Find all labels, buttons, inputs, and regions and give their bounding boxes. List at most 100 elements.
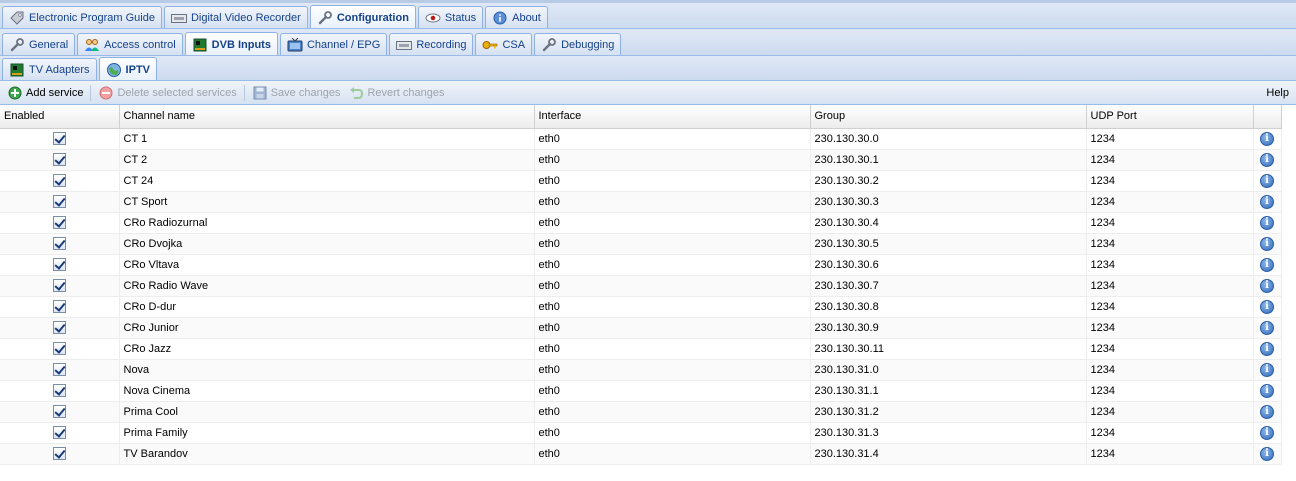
info-icon[interactable]: i xyxy=(1260,446,1274,461)
interface-cell[interactable]: eth0 xyxy=(534,212,811,234)
group-cell[interactable]: 230.130.31.4 xyxy=(810,443,1087,465)
udp-port-cell[interactable]: 1234 xyxy=(1086,317,1254,339)
udp-port-cell[interactable]: 1234 xyxy=(1086,212,1254,234)
udp-port-cell[interactable]: 1234 xyxy=(1086,296,1254,318)
tab-access-control[interactable]: Access control xyxy=(77,33,183,55)
enabled-checkbox[interactable] xyxy=(52,447,66,460)
table-row[interactable]: CT 1 eth0 230.130.30.0 1234 i xyxy=(0,128,1282,150)
table-row[interactable]: CRo Jazz eth0 230.130.30.11 1234 i xyxy=(0,338,1282,360)
info-icon[interactable]: i xyxy=(1260,152,1274,167)
revert-changes-button[interactable]: Revert changes xyxy=(344,83,448,103)
info-icon[interactable]: i xyxy=(1260,320,1274,335)
table-row[interactable]: CRo Vltava eth0 230.130.30.6 1234 i xyxy=(0,254,1282,276)
udp-port-cell[interactable]: 1234 xyxy=(1086,275,1254,297)
tab-debugging[interactable]: Debugging xyxy=(534,33,622,55)
channel-name-cell[interactable]: CT Sport xyxy=(119,191,535,213)
udp-port-cell[interactable]: 1234 xyxy=(1086,149,1254,171)
group-cell[interactable]: 230.130.31.0 xyxy=(810,359,1087,381)
channel-name-cell[interactable]: CRo Dvojka xyxy=(119,233,535,255)
info-icon[interactable]: i xyxy=(1260,362,1274,377)
udp-port-cell[interactable]: 1234 xyxy=(1086,191,1254,213)
udp-port-cell[interactable]: 1234 xyxy=(1086,443,1254,465)
enabled-checkbox[interactable] xyxy=(52,342,66,355)
interface-cell[interactable]: eth0 xyxy=(534,191,811,213)
table-row[interactable]: CRo Dvojka eth0 230.130.30.5 1234 i xyxy=(0,233,1282,255)
interface-cell[interactable]: eth0 xyxy=(534,296,811,318)
group-cell[interactable]: 230.130.30.9 xyxy=(810,317,1087,339)
group-cell[interactable]: 230.130.30.1 xyxy=(810,149,1087,171)
group-cell[interactable]: 230.130.30.0 xyxy=(810,128,1087,150)
table-row[interactable]: Nova Cinema eth0 230.130.31.1 1234 i xyxy=(0,380,1282,402)
enabled-checkbox[interactable] xyxy=(52,174,66,187)
channel-name-cell[interactable]: CRo Vltava xyxy=(119,254,535,276)
tab-configuration[interactable]: Configuration xyxy=(309,5,416,28)
info-icon[interactable]: i xyxy=(1260,131,1274,146)
channel-name-cell[interactable]: TV Barandov xyxy=(119,443,535,465)
info-icon[interactable]: i xyxy=(1260,215,1274,230)
udp-port-cell[interactable]: 1234 xyxy=(1086,170,1254,192)
group-cell[interactable]: 230.130.31.3 xyxy=(810,422,1087,444)
info-icon[interactable]: i xyxy=(1260,236,1274,251)
enabled-checkbox[interactable] xyxy=(52,300,66,313)
info-icon[interactable]: i xyxy=(1260,257,1274,272)
interface-cell[interactable]: eth0 xyxy=(534,380,811,402)
table-row[interactable]: CRo D-dur eth0 230.130.30.8 1234 i xyxy=(0,296,1282,318)
enabled-checkbox[interactable] xyxy=(52,363,66,376)
channel-name-cell[interactable]: Nova xyxy=(119,359,535,381)
table-row[interactable]: Prima Cool eth0 230.130.31.2 1234 i xyxy=(0,401,1282,423)
tab-channel-epg[interactable]: Channel / EPG xyxy=(279,33,388,55)
channel-name-cell[interactable]: CT 1 xyxy=(119,128,535,150)
group-cell[interactable]: 230.130.30.7 xyxy=(810,275,1087,297)
table-row[interactable]: CRo Junior eth0 230.130.30.9 1234 i xyxy=(0,317,1282,339)
channel-name-cell[interactable]: CRo D-dur xyxy=(119,296,535,318)
info-icon[interactable]: i xyxy=(1260,383,1274,398)
group-cell[interactable]: 230.130.31.1 xyxy=(810,380,1087,402)
channel-name-cell[interactable]: Nova Cinema xyxy=(119,380,535,402)
enabled-checkbox[interactable] xyxy=(52,195,66,208)
enabled-checkbox[interactable] xyxy=(52,426,66,439)
table-row[interactable]: Nova eth0 230.130.31.0 1234 i xyxy=(0,359,1282,381)
column-header-channel-name[interactable]: Channel name xyxy=(119,105,535,129)
interface-cell[interactable]: eth0 xyxy=(534,170,811,192)
info-icon[interactable]: i xyxy=(1260,194,1274,209)
udp-port-cell[interactable]: 1234 xyxy=(1086,254,1254,276)
udp-port-cell[interactable]: 1234 xyxy=(1086,380,1254,402)
udp-port-cell[interactable]: 1234 xyxy=(1086,338,1254,360)
table-row[interactable]: CT 2 eth0 230.130.30.1 1234 i xyxy=(0,149,1282,171)
enabled-checkbox[interactable] xyxy=(52,237,66,250)
info-icon[interactable]: i xyxy=(1260,173,1274,188)
enabled-checkbox[interactable] xyxy=(52,384,66,397)
interface-cell[interactable]: eth0 xyxy=(534,401,811,423)
group-cell[interactable]: 230.130.30.4 xyxy=(810,212,1087,234)
interface-cell[interactable]: eth0 xyxy=(534,275,811,297)
enabled-checkbox[interactable] xyxy=(52,405,66,418)
tab-general[interactable]: General xyxy=(2,33,76,55)
interface-cell[interactable]: eth0 xyxy=(534,317,811,339)
table-row[interactable]: Prima Family eth0 230.130.31.3 1234 i xyxy=(0,422,1282,444)
help-button[interactable]: Help xyxy=(1262,83,1293,103)
channel-name-cell[interactable]: CT 24 xyxy=(119,170,535,192)
tab-about[interactable]: About xyxy=(485,6,548,28)
add-service-button[interactable]: Add service xyxy=(3,83,87,103)
enabled-checkbox[interactable] xyxy=(52,216,66,229)
channel-name-cell[interactable]: CRo Radio Wave xyxy=(119,275,535,297)
group-cell[interactable]: 230.130.30.5 xyxy=(810,233,1087,255)
udp-port-cell[interactable]: 1234 xyxy=(1086,233,1254,255)
group-cell[interactable]: 230.130.31.2 xyxy=(810,401,1087,423)
table-row[interactable]: CRo Radio Wave eth0 230.130.30.7 1234 i xyxy=(0,275,1282,297)
group-cell[interactable]: 230.130.30.3 xyxy=(810,191,1087,213)
udp-port-cell[interactable]: 1234 xyxy=(1086,401,1254,423)
info-icon[interactable]: i xyxy=(1260,425,1274,440)
tab-recording[interactable]: Recording xyxy=(389,33,474,55)
udp-port-cell[interactable]: 1234 xyxy=(1086,422,1254,444)
delete-services-button[interactable]: Delete selected services xyxy=(94,83,240,103)
group-cell[interactable]: 230.130.30.11 xyxy=(810,338,1087,360)
channel-name-cell[interactable]: Prima Family xyxy=(119,422,535,444)
column-header-enabled[interactable]: Enabled xyxy=(0,105,120,129)
channel-name-cell[interactable]: CRo Junior xyxy=(119,317,535,339)
info-icon[interactable]: i xyxy=(1260,404,1274,419)
tab-iptv[interactable]: IPTV xyxy=(98,57,157,80)
interface-cell[interactable]: eth0 xyxy=(534,338,811,360)
table-row[interactable]: TV Barandov eth0 230.130.31.4 1234 i xyxy=(0,443,1282,465)
table-row[interactable]: CT 24 eth0 230.130.30.2 1234 i xyxy=(0,170,1282,192)
